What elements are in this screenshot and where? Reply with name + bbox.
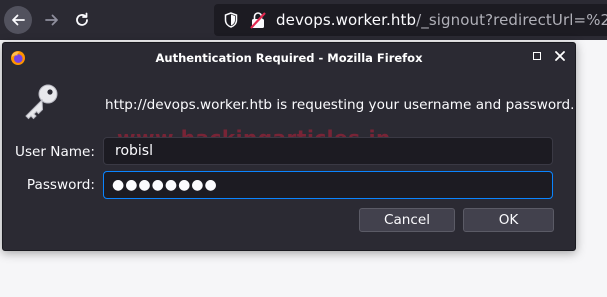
auth-message: http://devops.worker.htb is requesting y…: [105, 97, 575, 113]
username-field[interactable]: robisl: [103, 137, 553, 165]
forward-button[interactable]: [38, 6, 66, 34]
reload-button[interactable]: [68, 6, 96, 34]
key-icon: [25, 84, 58, 120]
browser-toolbar: devops.worker.htb/_signout?redirectUrl=%…: [0, 0, 607, 40]
close-icon: [555, 51, 565, 61]
url-path: /_signout?redirectUrl=%2Fek: [416, 11, 607, 29]
forward-arrow-icon: [45, 14, 58, 26]
shield-icon[interactable]: [224, 12, 238, 28]
auth-dialog: Authentication Required - Mozilla Firefo…: [2, 42, 576, 251]
maximize-button[interactable]: [533, 52, 541, 60]
insecure-lock-icon[interactable]: [250, 11, 266, 29]
back-arrow-icon: [12, 14, 25, 26]
reload-icon: [76, 12, 88, 26]
dialog-title: Authentication Required - Mozilla Firefo…: [155, 51, 423, 65]
password-label: Password:: [26, 177, 95, 193]
url-host: devops.worker.htb: [276, 11, 417, 29]
dialog-titlebar[interactable]: Authentication Required - Mozilla Firefo…: [3, 43, 575, 73]
cancel-button[interactable]: Cancel: [359, 208, 455, 232]
close-button[interactable]: [552, 48, 568, 64]
username-label: User Name:: [15, 144, 95, 160]
url-text[interactable]: devops.worker.htb/_signout?redirectUrl=%…: [276, 11, 607, 29]
password-field[interactable]: ●●●●●●●●: [103, 171, 553, 199]
url-bar[interactable]: devops.worker.htb/_signout?redirectUrl=%…: [214, 4, 607, 36]
back-button[interactable]: [4, 6, 32, 34]
ok-button[interactable]: OK: [463, 208, 554, 232]
